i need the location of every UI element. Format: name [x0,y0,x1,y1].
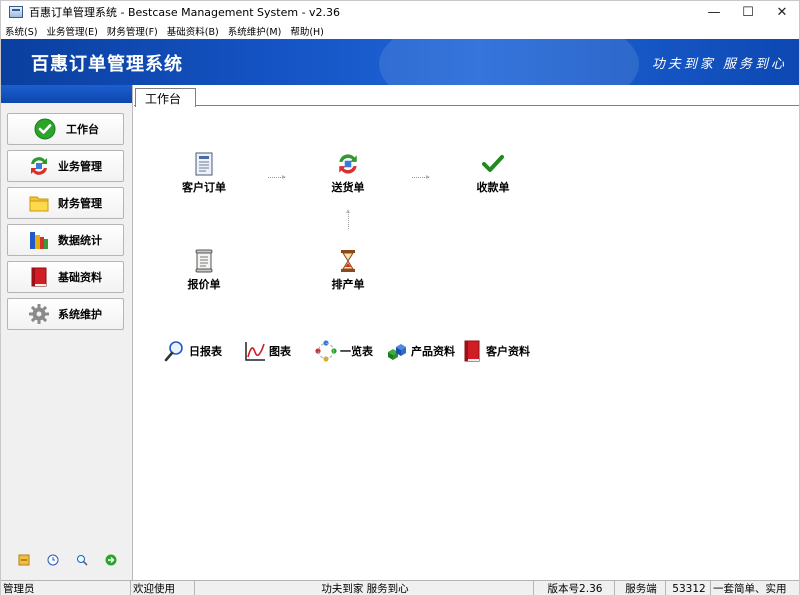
menu-finance[interactable]: 财务管理(F) [107,24,158,38]
flow-connector [268,175,286,179]
shortcut-label: 客户资料 [486,345,530,358]
gear-icon [28,303,50,325]
document-icon [192,152,216,176]
sidebar-item-maintenance[interactable]: 系统维护 [7,298,124,330]
shortcut-overview[interactable]: 一览表 [315,340,373,362]
hourglass-icon [336,249,360,273]
sidebar-item-label: 工作台 [66,123,99,136]
workflow-customer-order[interactable]: 客户订单 [169,152,239,195]
line-chart-icon [244,340,266,362]
menu-help[interactable]: 帮助(H) [290,24,324,38]
sidebar-item-business[interactable]: 业务管理 [7,150,124,182]
status-tagline: 一套简单、实用 [713,583,787,595]
refresh-arrows-icon [28,155,50,177]
check-circle-icon [34,118,56,140]
search-icon[interactable] [76,554,88,566]
status-welcome: 欢迎使用 [131,581,195,595]
app-banner: 百惠订单管理系统 功夫到家 服务到心 [1,39,799,85]
shortcut-product-info[interactable]: 产品资料 [386,340,455,362]
app-icon [9,6,23,18]
workflow-label: 收款单 [476,181,510,194]
flow-connector [346,209,350,229]
shortcut-chart[interactable]: 图表 [244,340,291,362]
title-bar: 百惠订单管理系统 - Bestcase Management System - … [1,1,799,23]
books-icon [28,229,50,251]
close-button[interactable]: ✕ [765,1,799,23]
sidebar: 工作台 业务管理 财务管理 数据统计 基础资料 系统维护 [1,85,133,580]
flow-connector [412,175,430,179]
sidebar-item-label: 基础资料 [58,271,102,284]
workflow-label: 报价单 [187,278,221,291]
banner-title: 百惠订单管理系统 [31,54,183,75]
menu-maintenance[interactable]: 系统维护(M) [228,24,282,38]
sidebar-header-strip [1,85,132,103]
green-arrow-icon[interactable] [105,554,117,566]
shortcut-label: 产品资料 [411,345,455,358]
cycle-arrows-icon [315,340,337,362]
app-window: 百惠订单管理系统 - Bestcase Management System - … [0,0,800,595]
key-icon[interactable] [18,554,30,566]
workflow-receipt[interactable]: 收款单 [458,152,528,195]
clock-icon[interactable] [47,554,59,566]
tab-workbench[interactable]: 工作台 [135,88,196,107]
sidebar-item-label: 数据统计 [58,234,102,247]
menu-business[interactable]: 业务管理(E) [46,24,97,38]
workflow-delivery[interactable]: 送货单 [313,152,383,195]
status-version: 版本号2.36 [534,581,615,595]
shortcut-customer-info[interactable]: 客户资料 [461,340,530,362]
banner-slogan: 功夫到家 服务到心 [651,57,787,72]
status-bar: 管理员 欢迎使用 功夫到家 服务到心 版本号2.36 服务端 53312 一套简… [1,580,799,595]
status-mode: 服务端 [615,581,666,595]
workspace: 工作台 客户订单 送货单 收款单 报价单 排产单 日报表 图表 一览表 产品资料… [134,85,799,580]
menu-bar: 系统(S) 业务管理(E) 财务管理(F) 基础资料(B) 系统维护(M) 帮助… [1,23,799,39]
status-user: 管理员 [1,581,131,595]
sidebar-item-label: 系统维护 [58,308,102,321]
window-controls: — ☐ ✕ [697,1,799,23]
cubes-icon [386,340,408,362]
sidebar-item-workbench[interactable]: 工作台 [7,113,124,145]
shortcut-label: 一览表 [340,345,373,358]
menu-system[interactable]: 系统(S) [5,24,37,38]
tab-bar: 工作台 [134,85,799,107]
red-book-icon [28,266,50,288]
workflow-label: 客户订单 [182,181,226,194]
folder-icon [28,192,50,214]
shortcut-label: 日报表 [189,345,222,358]
scroll-document-icon [192,249,216,273]
workflow-label: 送货单 [331,181,365,194]
sidebar-item-label: 财务管理 [58,197,102,210]
magnifier-icon [164,340,186,362]
window-title: 百惠订单管理系统 - Bestcase Management System - … [29,6,341,19]
sidebar-toolbar [1,554,133,566]
refresh-arrows-icon [336,152,360,176]
shortcut-daily-report[interactable]: 日报表 [164,340,222,362]
checkmark-icon [481,152,505,176]
sidebar-item-basic-data[interactable]: 基础资料 [7,261,124,293]
shortcut-label: 图表 [269,345,291,358]
workflow-quotation[interactable]: 报价单 [169,249,239,292]
workflow-production[interactable]: 排产单 [313,249,383,292]
sidebar-item-finance[interactable]: 财务管理 [7,187,124,219]
minimize-button[interactable]: — [697,1,731,23]
red-book-icon [461,340,483,362]
sidebar-item-statistics[interactable]: 数据统计 [7,224,124,256]
maximize-button[interactable]: ☐ [731,1,765,23]
menu-basic-data[interactable]: 基础资料(B) [167,24,219,38]
status-port: 53312 [666,581,711,595]
sidebar-item-label: 业务管理 [58,160,102,173]
workflow-label: 排产单 [331,278,365,291]
status-slogan: 功夫到家 服务到心 [195,581,534,595]
